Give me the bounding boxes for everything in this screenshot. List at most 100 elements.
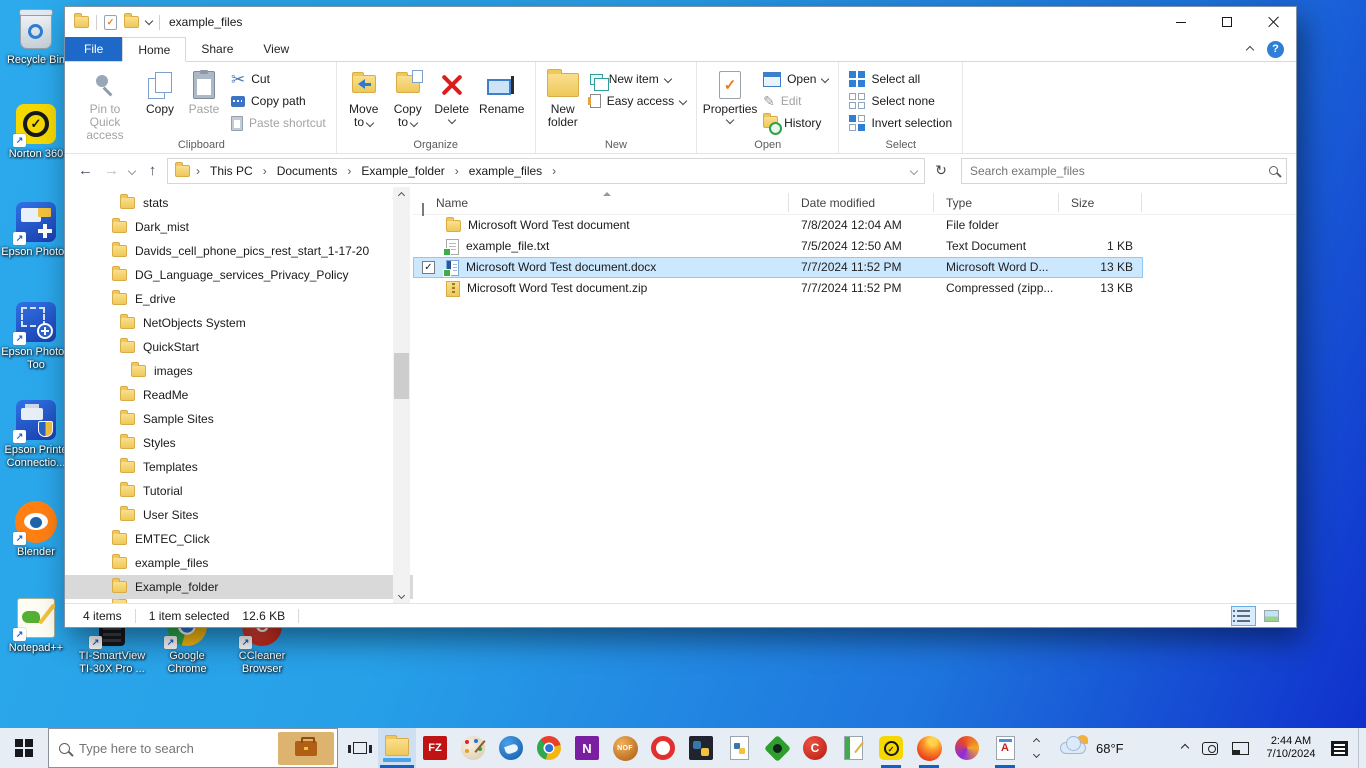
desktop-icon-norton-360[interactable]: ✓↗ Norton 360 — [1, 102, 71, 161]
start-button[interactable] — [0, 728, 48, 768]
column-header-date-modified[interactable]: Date modified — [801, 191, 875, 215]
file-row-word-docx[interactable]: ✓ Microsoft Word Test document.docx 7/7/… — [413, 257, 1143, 278]
easy-access-button[interactable]: Easy access — [585, 90, 691, 112]
taskbar-app-onenote[interactable]: N — [568, 728, 606, 768]
new-folder-button[interactable]: New folder — [541, 65, 585, 131]
tree-item-user-sites[interactable]: User Sites — [65, 503, 413, 527]
recent-locations-chevron-icon[interactable] — [128, 166, 136, 174]
minimize-button[interactable] — [1158, 7, 1204, 37]
breadcrumb-example-folder[interactable]: Example_folder — [357, 164, 448, 178]
tree-item-readme[interactable]: ReadMe — [65, 383, 413, 407]
column-header-size[interactable]: Size — [1071, 191, 1094, 215]
qat-properties-icon[interactable]: ✓ — [104, 15, 117, 30]
paste-shortcut-button[interactable]: Paste shortcut — [226, 112, 331, 134]
scroll-up-chevron-icon[interactable] — [1032, 738, 1039, 745]
tree-item-dg-language[interactable]: DG_Language_services_Privacy_Policy — [65, 263, 413, 287]
up-button[interactable]: ↑ — [141, 162, 164, 179]
qat-folder-icon[interactable] — [124, 16, 139, 28]
tree-item-example-folder[interactable]: Example_folder — [65, 575, 413, 599]
tree-scrollbar[interactable] — [393, 187, 410, 605]
taskbar-app-file-explorer[interactable] — [378, 728, 416, 768]
file-row-word-folder[interactable]: Microsoft Word Test document 7/8/2024 12… — [413, 215, 1143, 236]
search-input[interactable] — [970, 164, 1269, 178]
tab-file[interactable]: File — [65, 37, 122, 61]
scroll-up-button[interactable] — [393, 187, 410, 204]
desktop-icon-recycle-bin[interactable]: Recycle Bin — [1, 8, 71, 67]
taskbar-app-text-editor[interactable]: A — [986, 728, 1024, 768]
history-button[interactable]: History — [758, 112, 833, 134]
maximize-button[interactable] — [1204, 7, 1250, 37]
qat-customize-chevron-icon[interactable] — [145, 16, 153, 24]
tree-item-quickstart[interactable]: QuickStart — [65, 335, 413, 359]
taskbar-app-ti-connect[interactable] — [834, 728, 872, 768]
tree-item-dark-mist[interactable]: Dark_mist — [65, 215, 413, 239]
taskbar-app-ccleaner[interactable]: C — [796, 728, 834, 768]
details-view-button[interactable] — [1231, 606, 1256, 626]
search-highlight[interactable] — [278, 732, 334, 765]
help-button[interactable]: ? — [1267, 41, 1284, 58]
tree-item-styles[interactable]: Styles — [65, 431, 413, 455]
taskbar-app-norton[interactable]: ✓ — [872, 728, 910, 768]
taskbar-app-python-file[interactable] — [720, 728, 758, 768]
column-divider[interactable] — [1058, 193, 1059, 212]
close-button[interactable] — [1250, 7, 1296, 37]
action-center-icon[interactable] — [1331, 741, 1348, 756]
thumbnails-view-button[interactable] — [1259, 606, 1284, 626]
column-header-name[interactable]: Name — [436, 191, 468, 215]
tree-item-example-files[interactable]: example_files — [65, 551, 413, 575]
select-none-button[interactable]: Select none — [844, 90, 957, 112]
tree-item-images[interactable]: images — [65, 359, 413, 383]
scroll-down-chevron-icon[interactable] — [1032, 751, 1039, 758]
properties-button[interactable]: ✓ Properties — [702, 65, 758, 125]
copy-button[interactable]: Copy — [138, 65, 182, 118]
file-row-word-zip[interactable]: Microsoft Word Test document.zip 7/7/202… — [413, 278, 1143, 299]
screen-snip-icon[interactable] — [1202, 742, 1218, 755]
column-divider[interactable] — [788, 193, 789, 212]
taskbar-search[interactable] — [48, 728, 338, 768]
new-item-button[interactable]: New item — [585, 68, 691, 90]
taskbar-app-chrome[interactable] — [530, 728, 568, 768]
desktop-icon-epson-photo-plus[interactable]: ↗ Epson Photo+ — [1, 200, 71, 259]
taskbar-app-python-console[interactable] — [682, 728, 720, 768]
refresh-button[interactable]: ↻ — [928, 162, 954, 179]
scrollbar-thumb[interactable] — [394, 353, 409, 399]
copy-to-button[interactable]: Copy to — [386, 65, 430, 131]
tab-view[interactable]: View — [248, 37, 304, 61]
paste-button[interactable]: Paste — [182, 65, 226, 118]
collapse-ribbon-chevron-icon[interactable] — [1246, 45, 1254, 53]
tree-item-e-drive[interactable]: E_drive — [65, 287, 413, 311]
column-divider[interactable] — [1141, 193, 1142, 212]
taskbar-app-opera[interactable] — [644, 728, 682, 768]
column-divider[interactable] — [933, 193, 934, 212]
pin-to-quick-access-button[interactable]: Pin to Quick access — [72, 65, 138, 144]
tab-share[interactable]: Share — [186, 37, 248, 61]
tree-item-stats[interactable]: stats — [65, 191, 413, 215]
address-dropdown-chevron-icon[interactable] — [910, 166, 918, 174]
invert-selection-button[interactable]: Invert selection — [844, 112, 957, 134]
taskbar-app-thunderbird[interactable] — [492, 728, 530, 768]
show-desktop-button[interactable] — [1358, 728, 1366, 768]
tree-item-templates[interactable]: Templates — [65, 455, 413, 479]
tab-home[interactable]: Home — [122, 37, 186, 62]
address-box[interactable]: › This PC › Documents › Example_folder ›… — [167, 158, 925, 184]
edit-button[interactable]: ✎Edit — [758, 90, 833, 112]
dock-panel-icon[interactable] — [1232, 742, 1249, 755]
taskbar-app-paint[interactable] — [454, 728, 492, 768]
tree-item-davids-pics[interactable]: Davids_cell_phone_pics_rest_start_1-17-2… — [65, 239, 413, 263]
open-button[interactable]: Open — [758, 68, 833, 90]
taskbar-clock[interactable]: 2:44 AM 7/10/2024 — [1255, 735, 1327, 761]
taskbar-app-chameleon[interactable] — [758, 728, 796, 768]
forward-button[interactable]: → — [100, 162, 123, 179]
column-header-type[interactable]: Type — [946, 191, 972, 215]
tree-item-sample-sites[interactable]: Sample Sites — [65, 407, 413, 431]
copy-path-button[interactable]: Copy path — [226, 90, 331, 112]
delete-button[interactable]: Delete — [430, 65, 474, 125]
breadcrumb-documents[interactable]: Documents — [273, 164, 342, 178]
file-row-example-txt[interactable]: example_file.txt 7/5/2024 12:50 AM Text … — [413, 236, 1143, 257]
back-button[interactable]: ← — [74, 162, 97, 179]
cut-button[interactable]: ✂Cut — [226, 68, 331, 90]
search-icon[interactable] — [1269, 166, 1278, 175]
desktop-icon-epson-photo-tool[interactable]: ↗ Epson Photo+ Too — [1, 300, 71, 372]
tree-item-tutorial[interactable]: Tutorial — [65, 479, 413, 503]
taskbar-app-firefox[interactable] — [910, 728, 948, 768]
